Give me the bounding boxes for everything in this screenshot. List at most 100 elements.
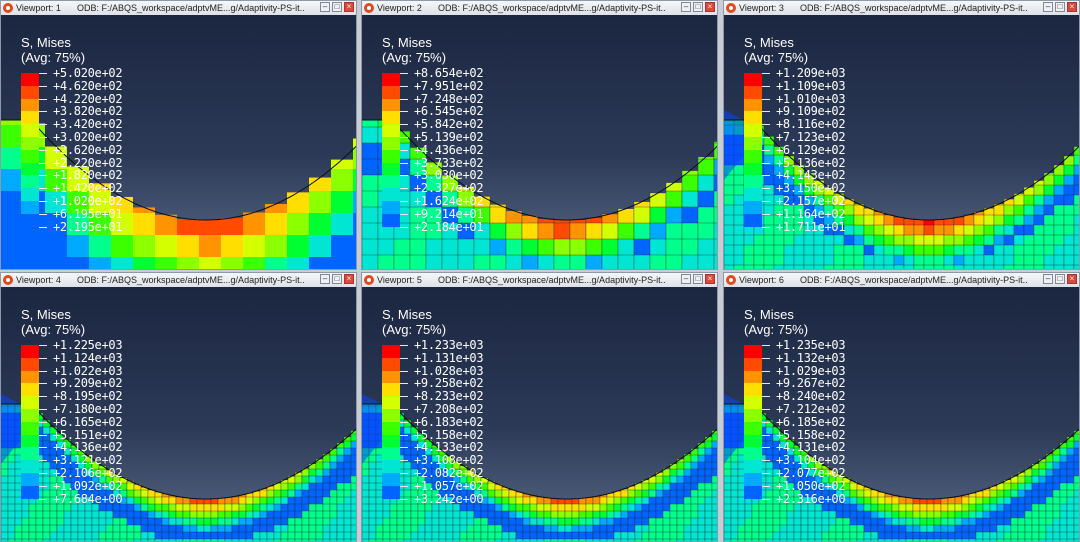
legend-value: +2.082e+02 [414,466,484,480]
mesh-element [343,468,352,477]
mesh-element [154,503,163,512]
mesh-element [963,264,975,269]
viewport-titlebar[interactable]: Viewport: 2 ODB: F:/ABQS_workspace/adptv… [362,1,717,16]
maximize-icon[interactable]: □ [693,274,703,284]
mesh-element [697,524,706,533]
legend-value: +3.030e+02 [414,168,484,183]
minimize-icon[interactable]: – [1043,2,1053,12]
minimize-icon[interactable]: – [1043,274,1053,284]
viewport-titlebar[interactable]: Viewport: 4 ODB: F:/ABQS_workspace/adptv… [1,273,356,288]
viewport-canvas[interactable]: S, Mises (Avg: 75%) +5.020e+02 +4.620e+02 +4… [1,15,356,269]
mesh-element [853,264,865,269]
mesh-element [772,524,781,533]
mesh-element [773,254,785,266]
mesh-element [877,503,886,512]
close-icon[interactable]: × [344,2,354,12]
viewport-3[interactable]: Viewport: 3 ODB: F:/ABQS_workspace/adptv… [723,0,1080,270]
maximize-icon[interactable]: □ [332,2,342,12]
minimize-icon[interactable]: – [681,2,691,12]
mesh-element [1063,214,1075,226]
mesh-element [968,531,977,540]
close-icon[interactable]: × [1067,274,1077,284]
maximize-icon[interactable]: □ [1055,274,1065,284]
viewport-canvas[interactable]: S, Mises (Avg: 75%) +1.209e+03 +1.109e+03 +1… [724,15,1079,269]
mesh-element [189,531,198,540]
maximize-icon[interactable]: □ [693,2,703,12]
legend-swatch [21,485,39,499]
viewport-canvas[interactable]: S, Mises (Avg: 75%) +1.235e+03 +1.132e+03 +1… [724,287,1079,541]
mesh-element [724,510,732,519]
legend-value: +2.184e+01 [414,219,484,234]
mesh-element [487,517,496,526]
mesh-element [1052,517,1061,526]
mesh-element [140,510,149,519]
mesh-element [627,489,636,498]
mesh-element [315,489,324,498]
legend-swatch [744,98,762,112]
mesh-element [375,517,384,526]
mesh-element [350,489,356,498]
mesh-element [480,524,489,533]
viewport-titlebar[interactable]: Viewport: 3 ODB: F:/ABQS_workspace/adptv… [724,1,1079,16]
close-icon[interactable]: × [344,274,354,284]
mesh-element [763,154,775,166]
legend-value: +1.233e+03 [414,338,484,352]
mesh-element [553,238,571,256]
mesh-element [737,531,746,540]
viewport-titlebar[interactable]: Viewport: 6 ODB: F:/ABQS_workspace/adptv… [724,273,1079,288]
mesh-element [733,184,745,196]
mesh-element [1038,510,1047,519]
mesh-element [529,517,538,526]
mesh-element [403,531,412,540]
viewport-titlebar[interactable]: Viewport: 5 ODB: F:/ABQS_workspace/adptv… [362,273,717,288]
mesh-element [522,510,531,519]
minimize-icon[interactable]: – [681,274,691,284]
mesh-element [557,498,566,505]
mesh-element [557,517,566,526]
mesh-element [724,496,732,505]
mesh-element [112,531,121,540]
mesh-element [648,531,657,540]
mesh-element [1023,214,1035,226]
mesh-element [1053,244,1065,256]
mesh-element [1053,234,1065,246]
viewport-2[interactable]: Viewport: 2 ODB: F:/ABQS_workspace/adptv… [361,0,718,270]
mesh-element [1033,224,1045,236]
maximize-icon[interactable]: □ [1055,2,1065,12]
viewport-canvas[interactable]: S, Mises (Avg: 75%) +1.233e+03 +1.131e+03 +1… [362,287,717,541]
legend-swatch [744,162,762,176]
mesh-element [487,510,496,519]
mesh-element [697,461,706,470]
close-icon[interactable]: × [705,2,715,12]
mesh-element [961,517,970,526]
viewport-4[interactable]: Viewport: 4 ODB: F:/ABQS_workspace/adptv… [0,272,357,542]
mesh-element [989,489,998,498]
mesh-element [711,454,717,463]
mesh-element [1066,510,1075,519]
legend-tick [400,73,408,74]
viewport-canvas[interactable]: S, Mises (Avg: 75%) +1.225e+03 +1.124e+03 +1… [1,287,356,541]
mesh-element [301,524,310,533]
mesh-element [459,531,468,540]
maximize-icon[interactable]: □ [332,274,342,284]
minimize-icon[interactable]: – [320,2,330,12]
mesh-element [287,192,309,214]
mesh-element [280,489,289,498]
close-icon[interactable]: × [1067,2,1077,12]
viewport-6[interactable]: Viewport: 6 ODB: F:/ABQS_workspace/adptv… [723,272,1080,542]
mesh-element [203,503,212,512]
viewport-5[interactable]: Viewport: 5 ODB: F:/ABQS_workspace/adptv… [361,272,718,542]
mesh-element [259,510,268,519]
viewport-titlebar[interactable]: Viewport: 1 ODB: F:/ABQS_workspace/adptv… [1,1,356,16]
viewport-1[interactable]: Viewport: 1 ODB: F:/ABQS_workspace/adptv… [0,0,357,270]
mesh-element [697,447,706,456]
viewport-canvas[interactable]: S, Mises (Avg: 75%) +8.654e+02 +7.951e+02 +7… [362,15,717,269]
mesh-element [265,213,287,236]
mesh-element [536,531,545,540]
mesh-element [814,524,823,533]
mesh-element [1053,214,1065,226]
close-icon[interactable]: × [705,274,715,284]
minimize-icon[interactable]: – [320,274,330,284]
mesh-element [733,174,745,186]
mesh-element [301,510,310,519]
